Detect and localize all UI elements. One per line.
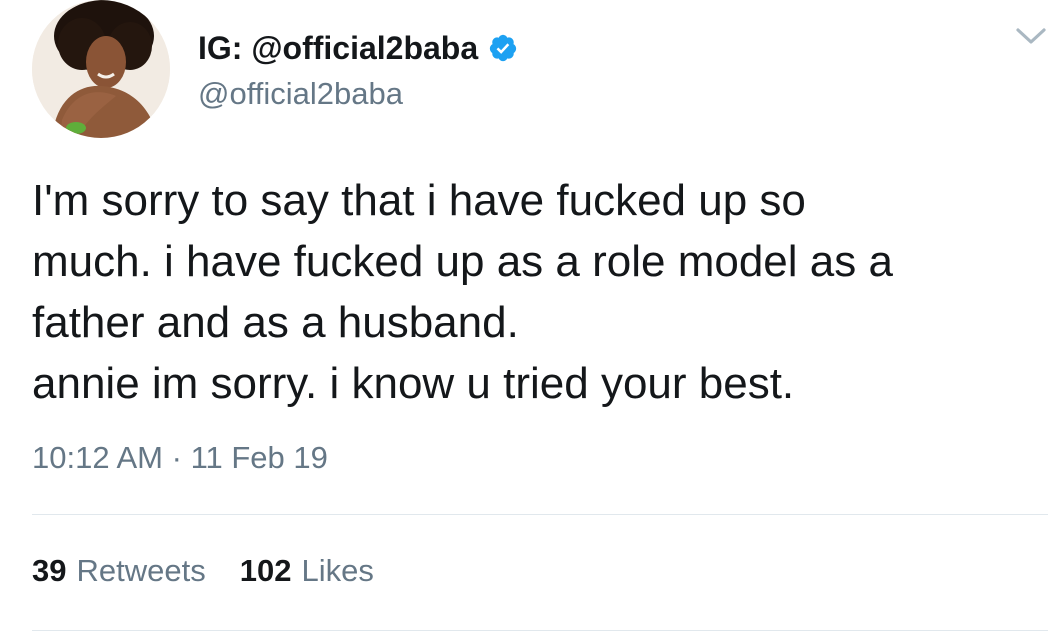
author-name-row: IG: @official2baba	[198, 30, 518, 66]
tweet-date: 11 Feb 19	[190, 440, 328, 475]
avatar[interactable]	[32, 0, 170, 138]
retweets-count: 39	[32, 553, 67, 588]
retweets-stat[interactable]: 39 Retweets	[32, 553, 206, 589]
likes-count: 102	[239, 553, 292, 588]
divider	[32, 630, 1048, 631]
timestamp-separator: ·	[171, 440, 182, 475]
author-handle[interactable]: @official2baba	[198, 76, 403, 112]
tweet-timestamp[interactable]: 10:12 AM · 11 Feb 19	[32, 440, 328, 476]
likes-label: Likes	[301, 553, 374, 588]
tweet-time: 10:12 AM	[32, 440, 163, 475]
likes-stat[interactable]: 102 Likes	[240, 553, 374, 589]
tweet-text-line: I'm sorry to say that i have fucked up s…	[32, 176, 806, 225]
divider	[32, 514, 1048, 515]
tweet-text-line: annie im sorry. i know u tried your best…	[32, 359, 795, 408]
tweet-stats: 39 Retweets 102 Likes	[32, 553, 374, 589]
author-display-name[interactable]: IG: @official2baba	[198, 30, 478, 67]
tweet-text: I'm sorry to say that i have fucked up s…	[32, 170, 1032, 414]
profile-photo	[32, 0, 170, 138]
retweets-label: Retweets	[76, 553, 206, 588]
verified-badge-icon	[490, 34, 517, 62]
chevron-down-icon[interactable]	[1014, 24, 1048, 48]
tweet-text-line: much. i have fucked up as a role model a…	[32, 237, 893, 286]
tweet-text-line: father and as a husband.	[32, 298, 519, 347]
